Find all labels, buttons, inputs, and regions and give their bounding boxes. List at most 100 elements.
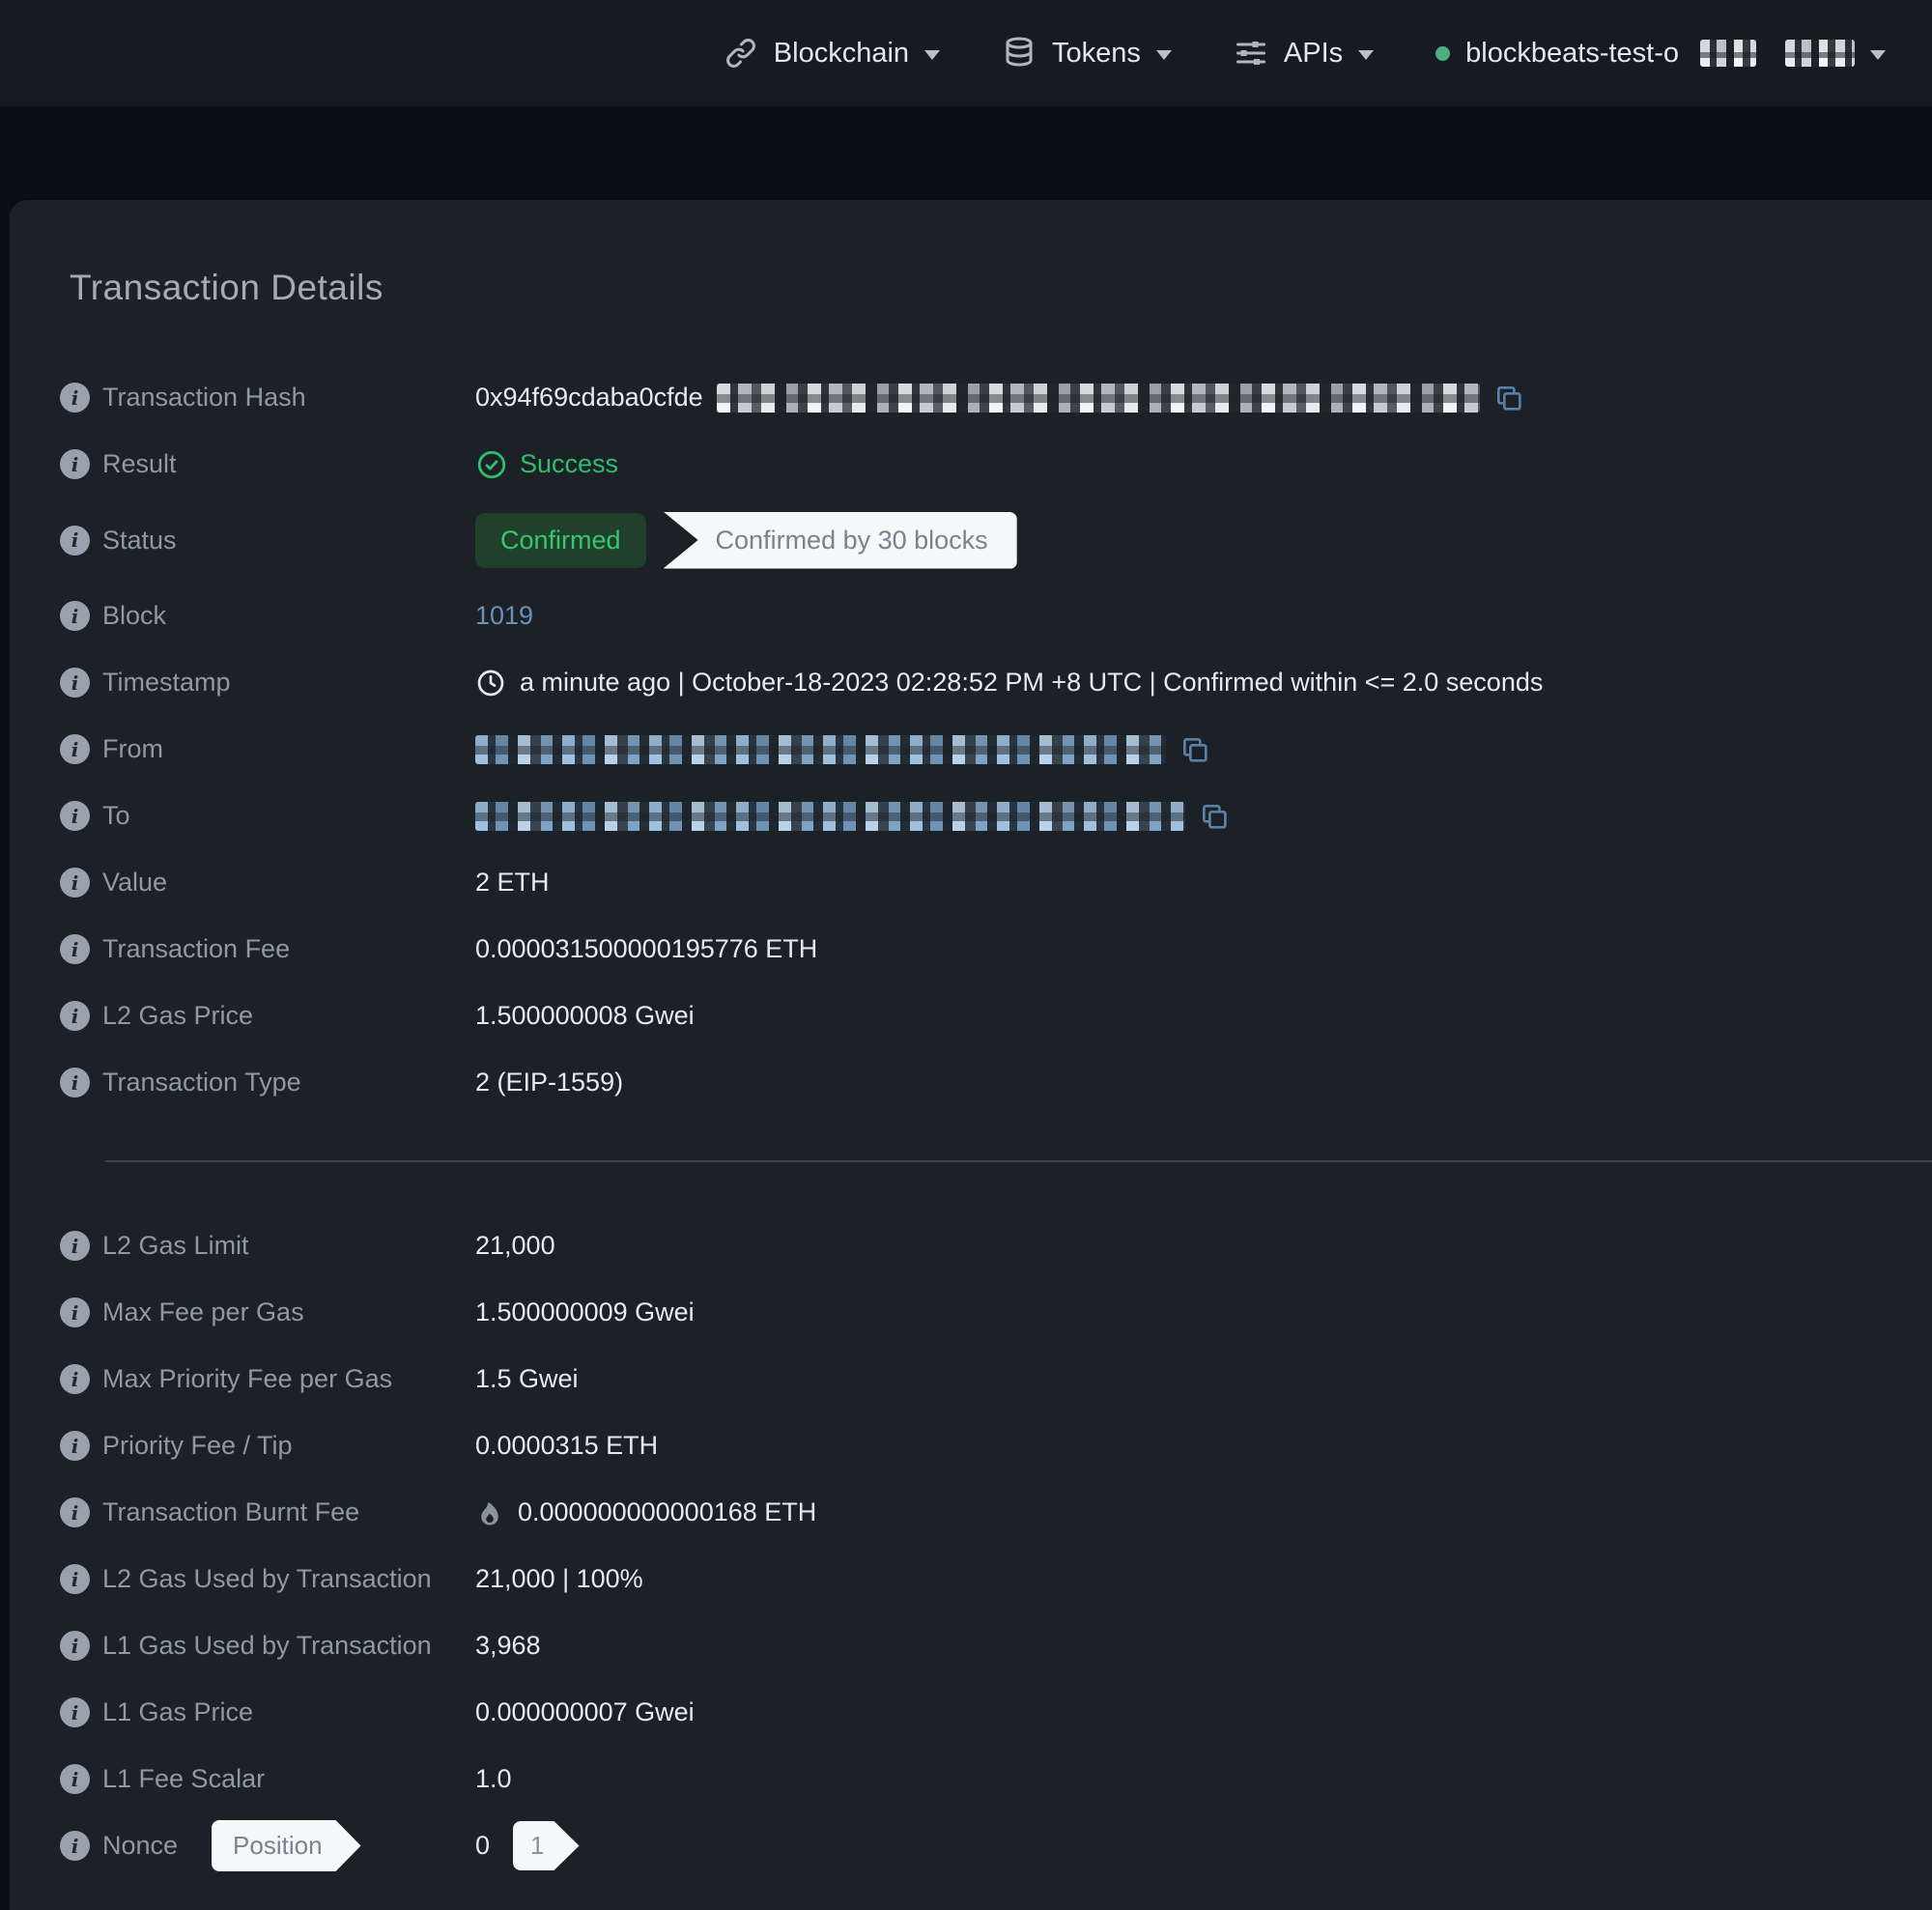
info-icon[interactable]: i bbox=[60, 1364, 90, 1394]
info-icon[interactable]: i bbox=[60, 383, 90, 413]
row-label: Result bbox=[102, 449, 177, 478]
transaction-fee-value: 0.000031500000195776 ETH bbox=[475, 934, 818, 963]
chevron-down-icon bbox=[924, 50, 941, 60]
row-l1-gas-used: i L1 Gas Used by Transaction 3,968 bbox=[60, 1612, 1932, 1679]
details-section-gas: i L2 Gas Limit 21,000 i Max Fee per Gas … bbox=[60, 1212, 1932, 1879]
confirmations-badge: Confirmed by 30 blocks bbox=[663, 511, 1017, 569]
row-label: Transaction Hash bbox=[102, 383, 306, 412]
nonce-value: 0 bbox=[475, 1831, 491, 1860]
row-label: Transaction Burnt Fee bbox=[102, 1497, 360, 1526]
sliders-icon bbox=[1236, 42, 1265, 65]
page-background-band bbox=[0, 106, 1932, 200]
info-icon[interactable]: i bbox=[60, 1697, 90, 1727]
info-icon[interactable]: i bbox=[60, 1001, 90, 1031]
row-label: Nonce bbox=[102, 1831, 179, 1860]
copy-icon[interactable] bbox=[1179, 734, 1210, 765]
timestamp-value: a minute ago | October-18-2023 02:28:52 … bbox=[520, 668, 1544, 697]
row-label: L2 Gas Limit bbox=[102, 1231, 249, 1260]
row-l2-gas-price: i L2 Gas Price 1.500000008 Gwei bbox=[60, 983, 1932, 1049]
confirmed-badge: Confirmed bbox=[475, 512, 646, 568]
info-icon[interactable]: i bbox=[60, 449, 90, 479]
copy-icon[interactable] bbox=[1199, 801, 1230, 832]
value-amount: 2 ETH bbox=[475, 868, 550, 897]
row-label: From bbox=[102, 734, 163, 763]
section-divider bbox=[105, 1160, 1932, 1162]
row-status: i Status Confirmed Confirmed by 30 block… bbox=[60, 498, 1932, 583]
redacted-tx-hash bbox=[716, 383, 1480, 413]
row-label: Value bbox=[102, 868, 168, 897]
info-icon[interactable]: i bbox=[60, 934, 90, 964]
info-icon[interactable]: i bbox=[60, 601, 90, 631]
info-icon[interactable]: i bbox=[60, 1564, 90, 1594]
redacted-to-address bbox=[475, 801, 1185, 831]
info-icon[interactable]: i bbox=[60, 1297, 90, 1327]
row-label: Timestamp bbox=[102, 668, 231, 697]
row-label: L2 Gas Used by Transaction bbox=[102, 1564, 432, 1593]
row-label: Status bbox=[102, 525, 177, 555]
chevron-down-icon bbox=[1155, 50, 1172, 60]
page-title: Transaction Details bbox=[70, 268, 384, 307]
redacted-from-address bbox=[475, 734, 1166, 764]
nav-apis-menu[interactable]: APIs bbox=[1234, 36, 1375, 71]
chevron-down-icon bbox=[1870, 50, 1886, 60]
row-block: i Block 1019 bbox=[60, 583, 1932, 649]
row-max-fee-per-gas: i Max Fee per Gas 1.500000009 Gwei bbox=[60, 1279, 1932, 1346]
row-nonce: i Nonce Position 0 1 bbox=[60, 1812, 1932, 1879]
copy-icon[interactable] bbox=[1493, 383, 1524, 413]
info-icon[interactable]: i bbox=[60, 868, 90, 898]
info-icon[interactable]: i bbox=[60, 1431, 90, 1461]
row-label: Max Fee per Gas bbox=[102, 1297, 304, 1326]
nav-apis-label: APIs bbox=[1283, 37, 1344, 69]
max-fee-per-gas-value: 1.500000009 Gwei bbox=[475, 1297, 695, 1326]
redacted-network-text bbox=[1700, 40, 1756, 67]
l2-gas-used-value: 21,000 | 100% bbox=[475, 1564, 643, 1593]
row-label: L1 Fee Scalar bbox=[102, 1764, 266, 1793]
info-icon[interactable]: i bbox=[60, 1764, 90, 1794]
row-label: Transaction Fee bbox=[102, 934, 291, 963]
details-section-primary: i Transaction Hash 0x94f69cdaba0cfde i R… bbox=[60, 364, 1932, 1116]
row-l1-gas-price: i L1 Gas Price 0.000000007 Gwei bbox=[60, 1679, 1932, 1746]
nav-blockchain-menu[interactable]: Blockchain bbox=[724, 36, 941, 71]
row-l1-fee-scalar: i L1 Fee Scalar 1.0 bbox=[60, 1746, 1932, 1812]
info-icon[interactable]: i bbox=[60, 1497, 90, 1527]
row-result: i Result Success bbox=[60, 431, 1932, 498]
row-label: Transaction Type bbox=[102, 1068, 301, 1097]
row-l2-gas-used: i L2 Gas Used by Transaction 21,000 | 10… bbox=[60, 1546, 1932, 1612]
network-name-label: blockbeats-test-o bbox=[1465, 37, 1679, 69]
redacted-network-text bbox=[1785, 40, 1855, 67]
chain-link-icon bbox=[725, 39, 755, 68]
info-icon[interactable]: i bbox=[60, 734, 90, 764]
info-icon[interactable]: i bbox=[60, 801, 90, 831]
row-label: Priority Fee / Tip bbox=[102, 1431, 293, 1460]
top-navbar: Blockchain Tokens APIs blockbeats-test-o bbox=[0, 0, 1932, 106]
priority-fee-tip-value: 0.0000315 ETH bbox=[475, 1431, 659, 1460]
row-transaction-type: i Transaction Type 2 (EIP-1559) bbox=[60, 1049, 1932, 1116]
info-icon[interactable]: i bbox=[60, 1068, 90, 1098]
row-label: L1 Gas Price bbox=[102, 1697, 254, 1726]
network-status-dot bbox=[1435, 45, 1451, 61]
nav-blockchain-label: Blockchain bbox=[773, 37, 910, 69]
row-transaction-burnt-fee: i Transaction Burnt Fee 0.00000000000016… bbox=[60, 1479, 1932, 1546]
info-icon[interactable]: i bbox=[60, 1231, 90, 1261]
coins-icon bbox=[1006, 37, 1033, 67]
position-value-badge: 1 bbox=[513, 1821, 579, 1870]
l2-gas-price-value: 1.500000008 Gwei bbox=[475, 1001, 695, 1030]
info-icon[interactable]: i bbox=[60, 1631, 90, 1661]
nav-tokens-menu[interactable]: Tokens bbox=[1002, 36, 1172, 71]
max-priority-fee-value: 1.5 Gwei bbox=[475, 1364, 579, 1393]
info-icon[interactable]: i bbox=[60, 668, 90, 698]
block-number-link[interactable]: 1019 bbox=[475, 601, 533, 631]
nav-tokens-label: Tokens bbox=[1052, 37, 1141, 69]
info-icon[interactable]: i bbox=[60, 1831, 90, 1861]
row-label: Max Priority Fee per Gas bbox=[102, 1364, 393, 1393]
row-l2-gas-limit: i L2 Gas Limit 21,000 bbox=[60, 1212, 1932, 1279]
row-from: i From bbox=[60, 716, 1932, 783]
row-transaction-hash: i Transaction Hash 0x94f69cdaba0cfde bbox=[60, 364, 1932, 431]
network-selector[interactable]: blockbeats-test-o bbox=[1435, 38, 1886, 70]
row-timestamp: i Timestamp a minute ago | October-18-20… bbox=[60, 649, 1932, 716]
info-icon[interactable]: i bbox=[60, 525, 90, 556]
l1-fee-scalar-value: 1.0 bbox=[475, 1764, 512, 1793]
row-to: i To bbox=[60, 783, 1932, 849]
l1-gas-price-value: 0.000000007 Gwei bbox=[475, 1697, 695, 1726]
row-max-priority-fee-per-gas: i Max Priority Fee per Gas 1.5 Gwei bbox=[60, 1346, 1932, 1412]
